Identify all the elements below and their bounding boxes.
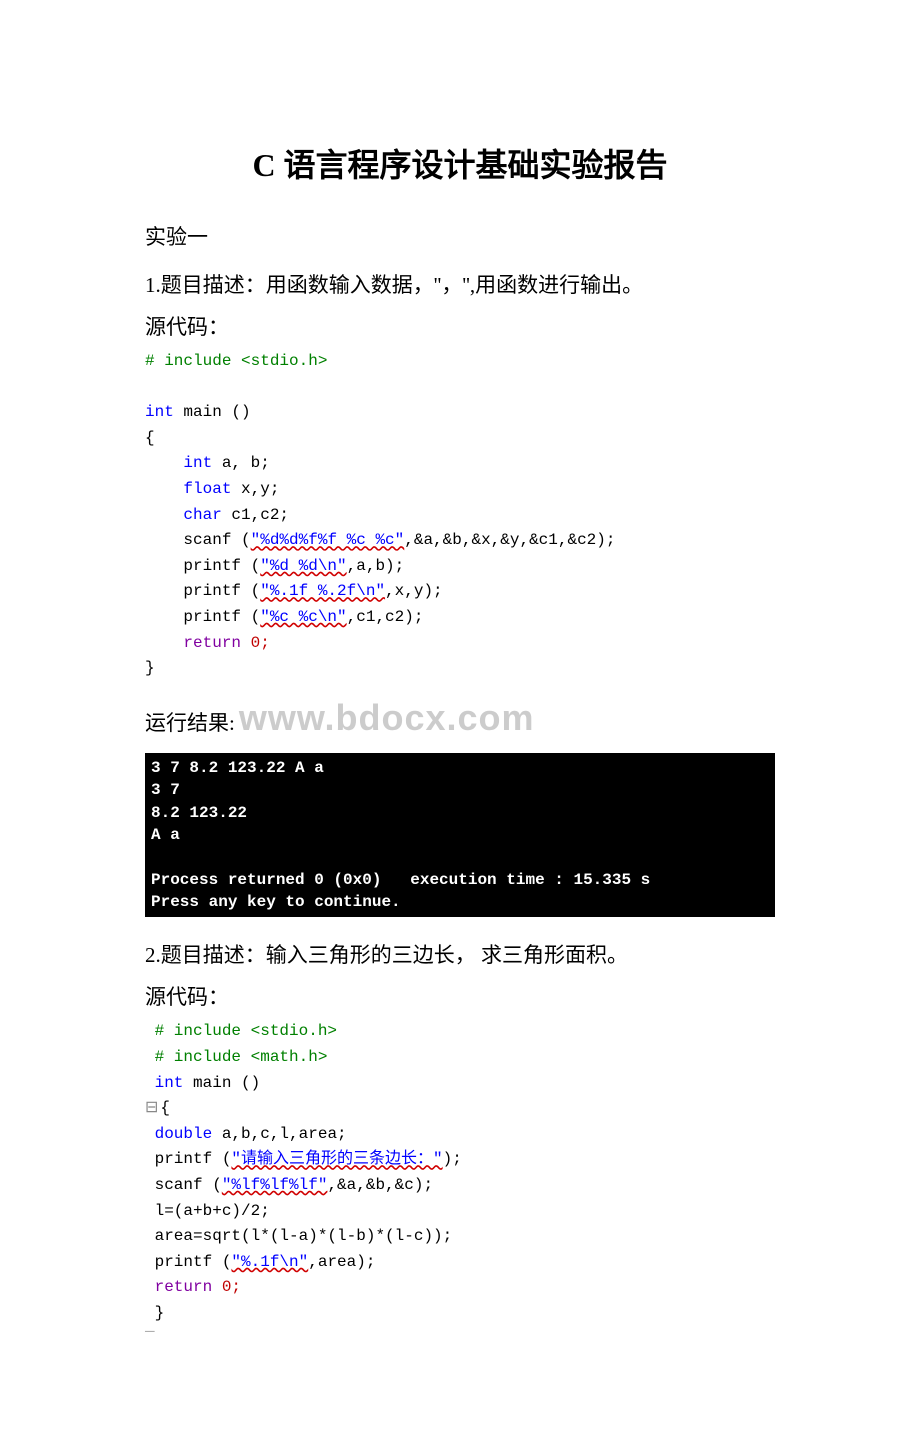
keyword-float: float — [183, 480, 231, 498]
keyword-int: int — [183, 454, 212, 472]
format-string: "%.1f\n" — [231, 1253, 308, 1271]
problem1-source-label: 源代码： — [145, 311, 775, 341]
watermark-text: www.bdocx.com — [239, 700, 535, 736]
format-string: "%.1f %.2f\n" — [260, 582, 385, 600]
problem2-code: # include <stdio.h> # include <math.h> i… — [145, 1019, 775, 1352]
keyword-double: double — [145, 1125, 212, 1143]
format-string: "%lf%lf%lf" — [222, 1176, 328, 1194]
format-string: "%c %c\n" — [260, 608, 346, 626]
experiment-label: 实验一 — [145, 221, 775, 251]
include-directive: # include <math.h> — [145, 1048, 327, 1066]
keyword-return: return — [183, 634, 241, 652]
problem1-description: 1.题目描述：用函数输入数据，''，'',用函数进行输出。 — [145, 269, 775, 299]
problem1-result-label: 运行结果: — [145, 707, 235, 737]
keyword-char: char — [183, 506, 221, 524]
format-string: "%d%d%f%f %c %c" — [251, 531, 405, 549]
format-string: "%d %d\n" — [260, 557, 346, 575]
problem2-source-label: 源代码： — [145, 981, 775, 1011]
keyword-int: int — [145, 1074, 183, 1092]
problem2-description: 2.题目描述：输入三角形的三边长， 求三角形面积。 — [145, 939, 775, 969]
keyword-int: int — [145, 403, 174, 421]
problem1-console-output: 3 7 8.2 123.22 A a 3 7 8.2 123.22 A a Pr… — [145, 753, 775, 918]
string-literal: "请输入三角形的三条边长：" — [231, 1150, 442, 1168]
fold-gutter-end-icon: ‾ — [145, 1330, 155, 1348]
keyword-return: return — [145, 1278, 212, 1296]
include-directive: # include <stdio.h> — [145, 352, 327, 370]
fold-gutter-icon: ⊟ — [145, 1099, 158, 1117]
include-directive: # include <stdio.h> — [145, 1022, 337, 1040]
problem1-code: # include <stdio.h> int main () { int a,… — [145, 349, 775, 682]
doc-title: C 语言程序设计基础实验报告 — [145, 140, 775, 186]
